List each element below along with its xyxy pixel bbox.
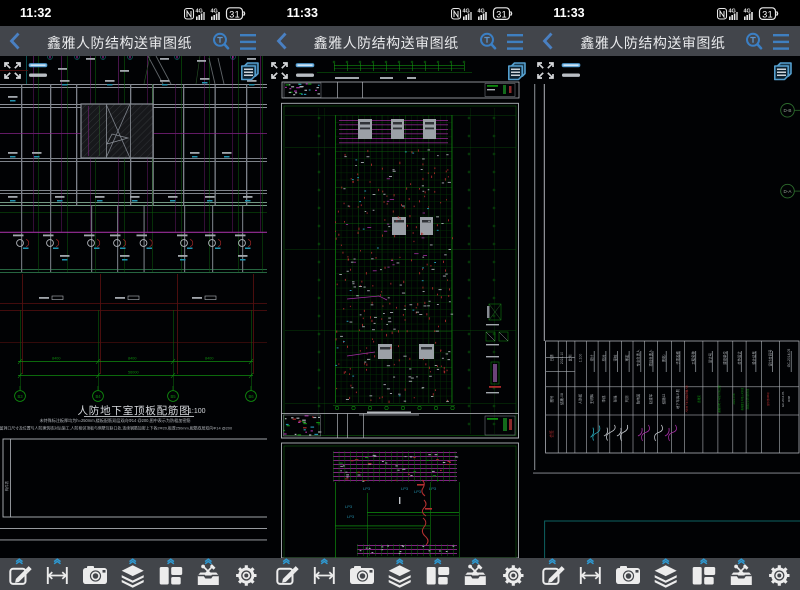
- svg-text:子项名称: 子项名称: [675, 351, 680, 365]
- svg-text:人防版: 人防版: [578, 393, 583, 404]
- svg-text:GC-2014.05-: GC-2014.05-: [782, 391, 786, 407]
- svg-text:B4: B4: [95, 394, 101, 399]
- svg-text:LP3: LP3: [345, 504, 353, 509]
- svg-text:陈伟国: 陈伟国: [636, 393, 641, 404]
- svg-text:LP3: LP3: [414, 489, 422, 494]
- svg-text:结施-08: 结施-08: [560, 393, 565, 405]
- svg-text:人防地下室顶板配筋图: 人防地下室顶板配筋图: [78, 404, 191, 417]
- svg-text:1:100: 1:100: [188, 408, 206, 415]
- svg-text:设计合同号: 设计合同号: [768, 349, 773, 367]
- svg-text:建设单位: 建设单位: [723, 351, 728, 365]
- svg-text:设计证号: 设计证号: [751, 351, 756, 365]
- svg-text:李成: 李成: [601, 395, 606, 402]
- svg-text:构件表: 构件表: [4, 480, 9, 491]
- svg-text:鑫雅置业有限公司开发: 鑫雅置业有限公司开发: [741, 387, 745, 411]
- svg-text:工程名称: 工程名称: [691, 351, 696, 365]
- svg-text:专业负责人: 专业负责人: [636, 349, 641, 367]
- svg-text:8400: 8400: [128, 357, 136, 361]
- svg-text:建字第088号: 建字第088号: [767, 392, 771, 406]
- svg-text:图名:: 图名:: [662, 354, 667, 362]
- svg-text:鑫雅苑: 鑫雅苑: [698, 395, 702, 403]
- svg-text:会签: 会签: [549, 430, 554, 438]
- svg-text:比例: 比例: [568, 354, 573, 361]
- svg-text:图号: 图号: [549, 395, 554, 402]
- svg-text:LP3: LP3: [347, 514, 355, 519]
- svg-text:1:100: 1:100: [579, 354, 583, 363]
- svg-text:王明辉: 王明辉: [590, 393, 595, 404]
- svg-text:LP3: LP3: [363, 486, 371, 491]
- svg-text:D-B: D-B: [784, 108, 792, 113]
- svg-text:地下车库人防: 地下车库人防: [675, 388, 680, 409]
- svg-text:未特殊标注板厚均为h=250mm,楼板配筋双层双向Φ14 @: 未特殊标注板厚均为h=250mm,楼板配筋双层双向Φ14 @200,图中表示为防…: [39, 417, 190, 423]
- svg-text:0088: 0088: [788, 395, 792, 402]
- svg-text:8400: 8400: [52, 357, 60, 361]
- svg-text:风井预留洞口尺寸及位置与人防建筑核对后施工,人防相邻顶板与侧: 风井预留洞口尺寸及位置与人防建筑核对后施工,人防相邻顶板与侧壁互联口处,连续钢筋…: [0, 426, 233, 431]
- svg-text:设计号: 设计号: [708, 352, 713, 363]
- svg-text:B5: B5: [170, 394, 176, 399]
- svg-text:审定: 审定: [624, 354, 629, 361]
- svg-text:LP3: LP3: [401, 486, 409, 491]
- svg-text:2021-078: 2021-078: [733, 393, 737, 405]
- svg-text:审核: 审核: [613, 354, 618, 361]
- svg-text:结施12: 结施12: [662, 394, 667, 405]
- svg-text:56000: 56000: [128, 371, 139, 375]
- svg-text:刘剑: 刘剑: [624, 395, 629, 402]
- svg-text:B6: B6: [248, 394, 254, 399]
- svg-text:项目负责人: 项目负责人: [648, 349, 653, 367]
- svg-text:校对: 校对: [601, 354, 606, 361]
- svg-text:D-A: D-A: [784, 189, 793, 194]
- svg-text:鑫雅苑地下车库人防工程: 鑫雅苑地下车库人防工程: [718, 385, 722, 413]
- svg-text:张强: 张强: [613, 395, 618, 402]
- svg-text:设计: 设计: [590, 354, 595, 361]
- svg-text:赵建军: 赵建军: [648, 393, 653, 404]
- svg-text:日期: 日期: [549, 354, 554, 361]
- svg-text:B3: B3: [17, 394, 23, 399]
- svg-text:8400: 8400: [205, 357, 213, 361]
- svg-text:人防地下室顶板配筋图人防: 人防地下室顶板配筋图人防: [685, 385, 689, 413]
- svg-text:2021.10: 2021.10: [561, 352, 565, 364]
- svg-text:GC-2014.05: GC-2014.05: [788, 349, 792, 368]
- svg-text:合作设计: 合作设计: [737, 351, 742, 365]
